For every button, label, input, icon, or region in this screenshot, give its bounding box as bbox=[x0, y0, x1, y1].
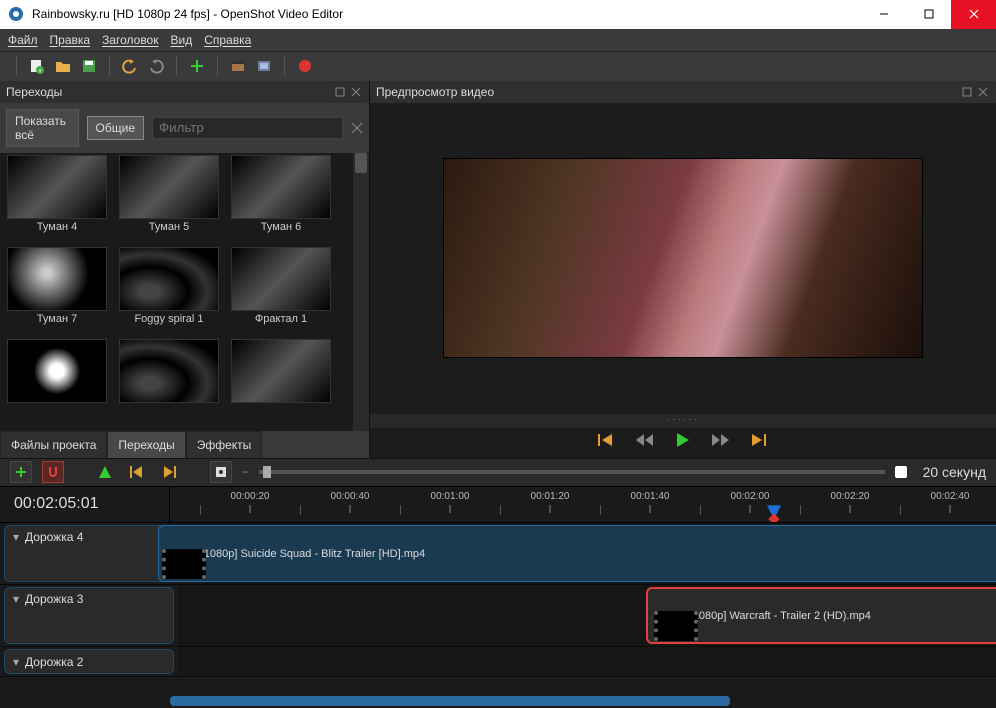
chevron-down-icon: ▾ bbox=[13, 592, 19, 606]
chevron-down-icon: ▾ bbox=[13, 530, 19, 544]
jump-end-button[interactable] bbox=[752, 433, 768, 447]
clip-suicide-squad[interactable]: ▾ [MP4 1080p] Suicide Squad - Blitz Trai… bbox=[158, 525, 996, 582]
menu-edit[interactable]: Правка bbox=[50, 33, 91, 47]
tab-files[interactable]: Файлы проекта bbox=[0, 431, 107, 458]
transitions-scrollbar[interactable] bbox=[353, 153, 369, 431]
undock-icon[interactable] bbox=[333, 85, 347, 99]
transitions-panel: Переходы Показать всё Общие Туман 4 Тума… bbox=[0, 81, 370, 458]
zoom-label: 20 секунд bbox=[923, 464, 986, 480]
menubar: Файл Правка Заголовок Вид Справка bbox=[0, 29, 996, 52]
export-button[interactable] bbox=[295, 56, 315, 76]
preview-viewport[interactable] bbox=[370, 103, 996, 414]
titlebar: Rainbowsky.ru [HD 1080p 24 fps] - OpenSh… bbox=[0, 0, 996, 29]
transitions-header: Переходы bbox=[0, 81, 369, 103]
resize-handle-icon[interactable]: ······ bbox=[370, 414, 996, 428]
transitions-filter-row: Показать всё Общие bbox=[0, 103, 369, 153]
menu-help[interactable]: Справка bbox=[204, 33, 251, 47]
panel-close-icon[interactable] bbox=[349, 85, 363, 99]
next-marker-button[interactable] bbox=[158, 461, 180, 483]
play-button[interactable] bbox=[676, 432, 690, 448]
track-label-4[interactable]: ▾Дорожка 4 bbox=[4, 525, 174, 582]
menu-file[interactable]: Файл bbox=[8, 33, 38, 47]
track-lane-3[interactable]: ▾ [MP4 1080p] Warcraft - Trailer 2 (HD).… bbox=[178, 585, 996, 646]
track-lane-4[interactable]: ▾ [MP4 1080p] Suicide Squad - Blitz Trai… bbox=[178, 523, 996, 584]
track-2: ▾Дорожка 2 bbox=[0, 647, 996, 677]
fullscreen-button[interactable] bbox=[254, 56, 274, 76]
transitions-title: Переходы bbox=[6, 85, 333, 99]
transition-item[interactable] bbox=[2, 339, 112, 429]
timeline-scrollbar[interactable] bbox=[0, 694, 996, 708]
add-track-button[interactable] bbox=[10, 461, 32, 483]
zoom-indicator-icon bbox=[895, 466, 907, 478]
snap-button[interactable] bbox=[42, 461, 64, 483]
transition-item[interactable]: Foggy spiral 1 bbox=[114, 247, 224, 337]
track-4: ▾Дорожка 4 ▾ [MP4 1080p] Suicide Squad -… bbox=[0, 523, 996, 585]
timeline: 00:02:05:01 00:00:20 00:00:40 00:01:00 0… bbox=[0, 486, 996, 708]
prev-marker-button[interactable] bbox=[126, 461, 148, 483]
window-title: Rainbowsky.ru [HD 1080p 24 fps] - OpenSh… bbox=[32, 7, 861, 21]
clear-filter-icon[interactable] bbox=[351, 121, 363, 135]
track-label-2[interactable]: ▾Дорожка 2 bbox=[4, 649, 174, 674]
preview-panel: Предпросмотр видео ······ bbox=[370, 81, 996, 458]
show-all-tab[interactable]: Показать всё bbox=[6, 109, 79, 147]
razor-button[interactable] bbox=[94, 461, 116, 483]
playback-controls bbox=[370, 428, 996, 458]
fastforward-button[interactable] bbox=[712, 433, 730, 447]
transitions-grid[interactable]: Туман 4 Туман 5 Туман 6 Туман 7 Foggy sp… bbox=[0, 153, 369, 431]
center-playhead-button[interactable] bbox=[210, 461, 232, 483]
transition-item[interactable]: Туман 5 bbox=[114, 155, 224, 245]
zoom-slider[interactable] bbox=[259, 470, 885, 474]
zoom-minus-icon: − bbox=[242, 465, 249, 479]
tab-effects[interactable]: Эффекты bbox=[186, 431, 263, 458]
toolbar: + bbox=[0, 52, 996, 81]
open-project-button[interactable] bbox=[53, 56, 73, 76]
track-label-3[interactable]: ▾Дорожка 3 bbox=[4, 587, 174, 644]
tracks: ▾Дорожка 4 ▾ [MP4 1080p] Suicide Squad -… bbox=[0, 523, 996, 694]
svg-text:+: + bbox=[38, 68, 42, 74]
profile-button[interactable] bbox=[228, 56, 248, 76]
redo-button[interactable] bbox=[146, 56, 166, 76]
transition-item[interactable]: Туман 6 bbox=[226, 155, 336, 245]
rewind-button[interactable] bbox=[636, 433, 654, 447]
preview-undock-icon[interactable] bbox=[960, 85, 974, 99]
current-time: 00:02:05:01 bbox=[0, 487, 170, 522]
transition-item[interactable]: Туман 7 bbox=[2, 247, 112, 337]
close-button[interactable] bbox=[951, 0, 996, 29]
main-area: Переходы Показать всё Общие Туман 4 Тума… bbox=[0, 81, 996, 458]
jump-start-button[interactable] bbox=[598, 433, 614, 447]
transition-item[interactable]: Фрактал 1 bbox=[226, 247, 336, 337]
transition-item[interactable] bbox=[114, 339, 224, 429]
timeline-toolbar: − 20 секунд bbox=[0, 458, 996, 487]
common-tab[interactable]: Общие bbox=[87, 116, 144, 140]
transition-item[interactable] bbox=[226, 339, 336, 429]
left-panel-tabs: Файлы проекта Переходы Эффекты bbox=[0, 431, 369, 458]
app-icon bbox=[8, 6, 24, 22]
minimize-button[interactable] bbox=[861, 0, 906, 29]
chevron-down-icon: ▾ bbox=[13, 655, 19, 669]
transition-item[interactable]: Туман 4 bbox=[2, 155, 112, 245]
preview-close-icon[interactable] bbox=[976, 85, 990, 99]
filter-input[interactable] bbox=[152, 117, 343, 139]
preview-frame bbox=[443, 158, 923, 358]
preview-header: Предпросмотр видео bbox=[370, 81, 996, 103]
playhead-marker-icon bbox=[768, 514, 779, 523]
track-lane-2[interactable] bbox=[178, 647, 996, 676]
tab-transitions[interactable]: Переходы bbox=[107, 431, 185, 458]
maximize-button[interactable] bbox=[906, 0, 951, 29]
time-ruler[interactable]: 00:02:05:01 00:00:20 00:00:40 00:01:00 0… bbox=[0, 487, 996, 523]
save-project-button[interactable] bbox=[79, 56, 99, 76]
preview-title: Предпросмотр видео bbox=[376, 85, 960, 99]
ruler[interactable]: 00:00:20 00:00:40 00:01:00 00:01:20 00:0… bbox=[170, 487, 996, 522]
import-button[interactable] bbox=[187, 56, 207, 76]
menu-title[interactable]: Заголовок bbox=[102, 33, 158, 47]
undo-button[interactable] bbox=[120, 56, 140, 76]
menu-view[interactable]: Вид bbox=[170, 33, 192, 47]
new-project-button[interactable]: + bbox=[27, 56, 47, 76]
track-3: ▾Дорожка 3 ▾ [MP4 1080p] Warcraft - Trai… bbox=[0, 585, 996, 647]
